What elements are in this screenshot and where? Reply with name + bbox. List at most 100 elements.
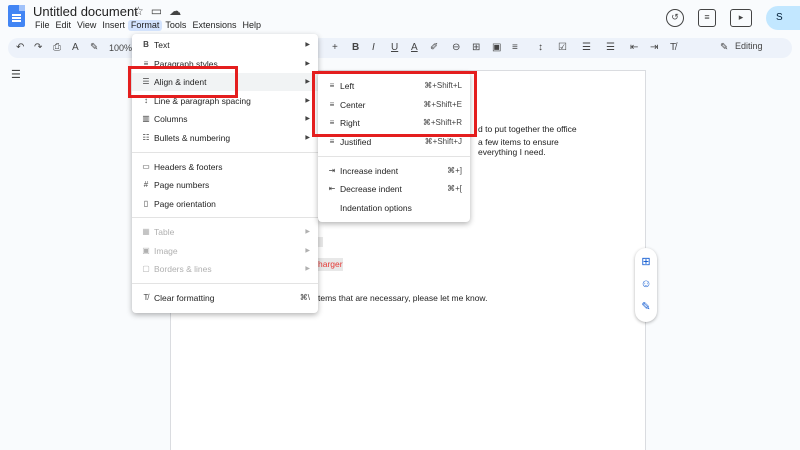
share-button[interactable]: S <box>766 6 800 30</box>
clear-formatting-icon: T̸ <box>143 293 149 302</box>
shortcut: ⌘+[ <box>447 184 462 193</box>
page-orientation-icon: ▯ <box>143 199 149 208</box>
format-page-orientation[interactable]: ▯ Page orientation <box>132 195 318 213</box>
label: Page orientation <box>154 199 216 209</box>
bold-icon[interactable]: B <box>352 41 359 55</box>
label: Text <box>154 40 170 50</box>
menu-insert[interactable]: Insert <box>99 20 128 31</box>
image-icon: ▣ <box>142 246 150 255</box>
highlight-box-alignment-options <box>312 71 477 137</box>
highlight-icon[interactable]: ✐ <box>430 41 438 55</box>
label: Columns <box>154 114 188 124</box>
spellcheck-icon[interactable]: A <box>72 41 79 55</box>
meet-icon[interactable]: ▸ <box>730 9 752 27</box>
label: Decrease indent <box>340 184 402 194</box>
decrease-indent-icon[interactable]: ⇤ <box>630 41 638 55</box>
decrease-indent[interactable]: ⇤ Decrease indent ⌘+[ <box>318 180 470 198</box>
format-bullets[interactable]: ☷ Bullets & numbering ▶ <box>132 129 318 147</box>
document-title[interactable]: Untitled document <box>33 4 138 19</box>
decrease-indent-icon: ⇤ <box>328 184 336 193</box>
docs-logo-icon[interactable] <box>8 5 25 27</box>
comment-icon[interactable]: ⊞ <box>472 41 480 55</box>
label: Increase indent <box>340 166 399 176</box>
menu-help[interactable]: Help <box>239 20 264 31</box>
print-icon[interactable]: ⎙ <box>53 41 61 55</box>
numbered-list-icon[interactable]: ☰ <box>606 41 615 55</box>
divider <box>132 283 318 284</box>
doc-line-5: tems that are necessary, please let me k… <box>318 293 488 303</box>
checklist-icon[interactable]: ☑ <box>558 41 567 55</box>
menubar: File Edit View Insert Format Tools Exten… <box>32 20 264 31</box>
columns-icon: ▥ <box>142 114 150 123</box>
indentation-options[interactable]: Indentation options <box>318 199 470 217</box>
format-clear-formatting[interactable]: T̸ Clear formatting ⌘\ <box>132 289 318 307</box>
menu-tools[interactable]: Tools <box>162 20 189 31</box>
label: Headers & footers <box>154 162 223 172</box>
submenu-arrow-icon: ▶ <box>305 42 310 48</box>
borders-icon: ▢ <box>142 264 150 273</box>
emoji-reaction-icon[interactable]: ☺ <box>640 278 652 290</box>
outline-icon[interactable]: ☰ <box>11 68 21 81</box>
text-color-icon[interactable]: A <box>411 41 418 55</box>
increase-indent-icon: ⇥ <box>328 166 336 175</box>
undo-icon[interactable]: ↶ <box>16 41 24 55</box>
menu-edit[interactable]: Edit <box>53 20 75 31</box>
submenu-arrow-icon: ▶ <box>305 266 310 272</box>
underline-icon[interactable]: U <box>391 41 398 55</box>
add-comment-icon[interactable]: ⊞ <box>640 256 652 268</box>
submenu-arrow-icon: ▶ <box>305 61 310 67</box>
shortcut: ⌘+] <box>447 166 462 175</box>
submenu-arrow-icon: ▶ <box>305 98 310 104</box>
highlight-box-align-indent <box>128 66 238 98</box>
image-icon[interactable]: ▣ <box>492 41 501 55</box>
format-text[interactable]: B Text ▶ <box>132 36 318 54</box>
edit-pencil-icon: ✎ <box>720 42 729 53</box>
label: Borders & lines <box>154 264 212 274</box>
share-label: S <box>776 12 783 23</box>
increase-indent-icon[interactable]: ⇥ <box>650 41 658 55</box>
suggest-edits-icon[interactable]: ✎ <box>640 301 652 313</box>
redo-icon[interactable]: ↷ <box>34 41 42 55</box>
submenu-arrow-icon: ▶ <box>305 116 310 122</box>
label: Clear formatting <box>154 293 215 303</box>
line-spacing-icon[interactable]: ↕ <box>538 41 543 55</box>
divider <box>318 156 470 157</box>
increase-indent[interactable]: ⇥ Increase indent ⌘+] <box>318 162 470 180</box>
bulleted-list-icon[interactable]: ☰ <box>582 41 591 55</box>
doc-line-4: harger <box>318 258 343 271</box>
doc-line-3: everything I need. <box>478 147 546 157</box>
format-table[interactable]: ▦ Table ▶ <box>132 223 318 241</box>
align-icon[interactable]: ≡ <box>512 41 518 55</box>
menu-view[interactable]: View <box>74 20 99 31</box>
clear-formatting-icon[interactable]: T̸ <box>670 41 676 55</box>
cloud-icon[interactable]: ☁ <box>169 4 181 18</box>
shortcut: ⌘\ <box>299 293 310 302</box>
divider <box>132 217 318 218</box>
format-columns[interactable]: ▥ Columns ▶ <box>132 110 318 128</box>
editing-mode-button[interactable]: Editing <box>735 41 763 51</box>
bold-icon: B <box>143 40 149 49</box>
paint-format-icon[interactable]: ✎ <box>90 41 98 55</box>
star-icon[interactable]: ☆ <box>133 4 144 18</box>
format-image[interactable]: ▣ Image ▶ <box>132 242 318 260</box>
history-icon[interactable]: ↺ <box>666 9 684 27</box>
label: Image <box>154 246 178 256</box>
menu-file[interactable]: File <box>32 20 53 31</box>
doc-line-1: d to put together the office <box>478 124 577 134</box>
link-icon[interactable]: ⊖ <box>452 41 460 55</box>
increase-font-icon[interactable]: + <box>332 41 338 55</box>
zoom-select[interactable]: 100% <box>109 41 132 55</box>
format-headers-footers[interactable]: ▭ Headers & footers <box>132 158 318 176</box>
label: Indentation options <box>340 203 412 213</box>
comments-icon[interactable]: ≡ <box>698 9 716 27</box>
label: Page numbers <box>154 180 210 190</box>
format-page-numbers[interactable]: # Page numbers <box>132 176 318 194</box>
format-borders-lines[interactable]: ▢ Borders & lines ▶ <box>132 260 318 278</box>
italic-icon[interactable]: I <box>372 41 375 55</box>
menu-format[interactable]: Format <box>127 20 163 31</box>
folder-icon[interactable]: ▭ <box>151 4 162 18</box>
menu-extensions[interactable]: Extensions <box>189 20 239 31</box>
title-icons: ☆ ▭ ☁ <box>133 4 181 18</box>
submenu-arrow-icon: ▶ <box>305 248 310 254</box>
submenu-arrow-icon: ▶ <box>305 79 310 85</box>
